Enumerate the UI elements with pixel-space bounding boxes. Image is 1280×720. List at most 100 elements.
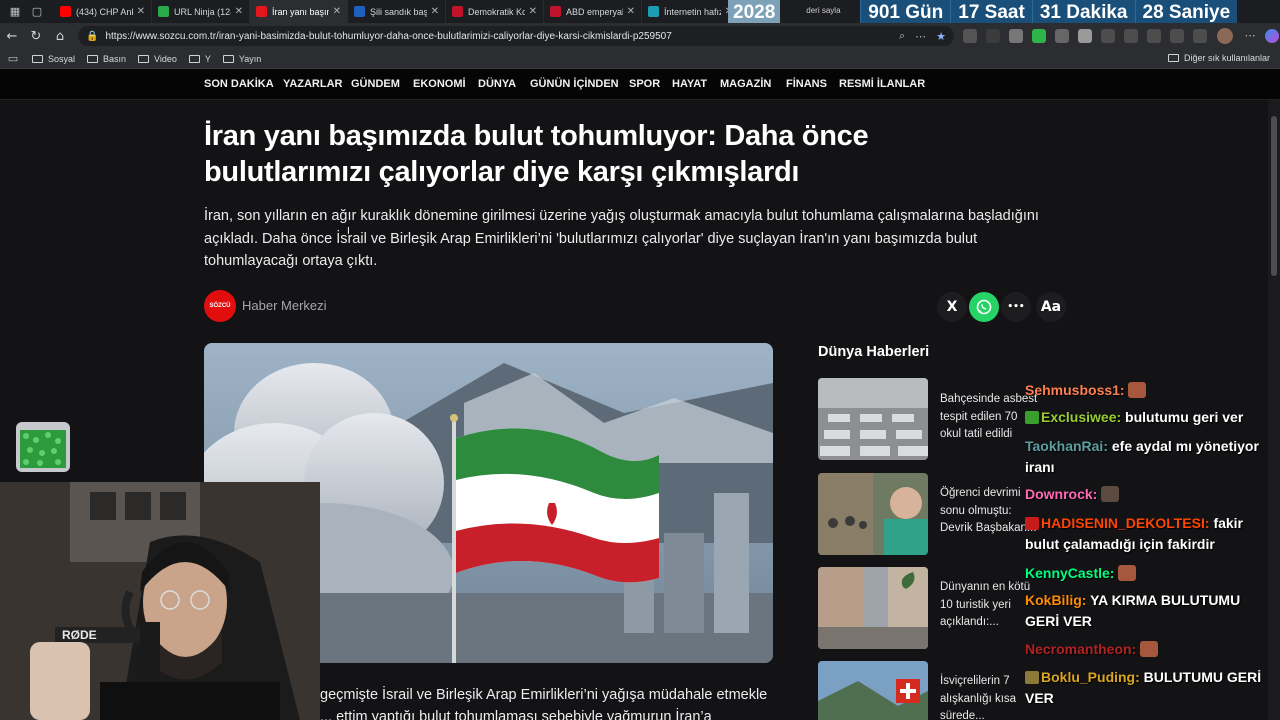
text-cursor-icon: I	[347, 226, 350, 237]
menu-icon[interactable]: ⋯	[1243, 29, 1257, 43]
author-avatar[interactable]: SÖZCÜ	[204, 290, 236, 322]
tab-close-icon[interactable]: ✕	[627, 6, 635, 17]
browser-tab[interactable]: URL Ninja (124) ✕	[152, 0, 250, 23]
collections-icon[interactable]	[1147, 29, 1161, 43]
nav-hayat[interactable]: HAYAT	[672, 78, 707, 90]
tab-close-icon[interactable]: ✕	[333, 6, 341, 17]
news-headline[interactable]: Bahçesinde asbest tespit edilen 70 okul …	[940, 391, 1038, 444]
emote-icon	[1118, 565, 1137, 581]
home-icon[interactable]: ⌂	[48, 29, 72, 44]
article-body: geçmişte İsrail ve Birleşik Arap Emirlik…	[320, 687, 768, 720]
stream-chat-overlay: Sehmusboss1: Exclusiwee: bulutumu geri v…	[1025, 360, 1270, 720]
profile-avatar[interactable]	[1217, 28, 1233, 44]
chat-message: Necromantheon:	[1025, 639, 1270, 660]
nav-ekonomi[interactable]: EKONOMİ	[413, 78, 466, 90]
folder-icon	[1167, 54, 1179, 62]
news-headline[interactable]: İsviçrelilerin 7 alışkanlığı kısa sürede…	[940, 673, 1038, 720]
other-bookmarks[interactable]: Diğer sık kullanılanlar	[1167, 53, 1270, 63]
badge-icon	[1025, 671, 1039, 684]
tab-label: (434) CHP Ankara	[76, 6, 133, 17]
nav-gunun-icinden[interactable]: GÜNÜN İÇİNDEN	[530, 78, 619, 90]
tab-close-icon[interactable]: ✕	[529, 6, 537, 17]
author-name[interactable]: Haber Merkezi	[242, 298, 327, 313]
nav-finans[interactable]: FİNANS	[786, 78, 827, 90]
tab-label: Şili sandık başına	[370, 6, 427, 17]
bookmarks-menu-icon[interactable]: ▭	[6, 52, 20, 66]
folder-icon	[222, 54, 234, 63]
extension-icon[interactable]	[1055, 29, 1069, 43]
folder-icon	[188, 54, 200, 63]
workspaces-icon[interactable]: ▦	[8, 5, 22, 19]
news-thumbnail[interactable]	[818, 661, 928, 720]
tab-actions-icon[interactable]: ▢	[30, 5, 44, 19]
downloads-icon[interactable]	[1193, 29, 1207, 43]
tab-close-icon[interactable]: ✕	[431, 6, 439, 17]
tab-close-icon[interactable]: ✕	[137, 6, 145, 17]
folder-icon	[32, 54, 43, 63]
share-more-button[interactable]: •••	[1001, 292, 1031, 322]
nav-yazarlar[interactable]: YAZARLAR	[283, 78, 343, 90]
browser-tab[interactable]: İnternetin hafızası✕	[642, 0, 740, 23]
browser-tab[interactable]: Şili sandık başına ✕	[348, 0, 446, 23]
extension-icon[interactable]	[986, 29, 1000, 43]
browser-tab[interactable]: Demokratik Kongo ✕	[446, 0, 544, 23]
back-icon[interactable]: ←	[0, 29, 24, 44]
font-size-icon: Aa	[1040, 299, 1062, 315]
browser-tab[interactable]: ABD emperyalizmi ✕	[544, 0, 642, 23]
extension-icon[interactable]	[963, 29, 977, 43]
chat-message: KennyCastle:	[1025, 563, 1270, 584]
favorite-star-icon[interactable]: ★	[936, 30, 946, 43]
url-field[interactable]: 🔒 https://www.sozcu.com.tr/iran-yani-bas…	[78, 26, 954, 46]
split-screen-icon[interactable]	[1101, 29, 1115, 43]
sidebar-title: Dünya Haberleri	[818, 344, 930, 360]
share-whatsapp-button[interactable]	[969, 292, 999, 322]
tab-favicon-icon	[550, 6, 561, 17]
lock-icon[interactable]: 🔒	[86, 31, 98, 42]
tab-favicon-icon	[60, 6, 71, 17]
chat-message: Exclusiwee: bulutumu geri ver	[1025, 407, 1270, 428]
bookmark-folder[interactable]: Y	[188, 54, 211, 64]
folder-icon	[138, 54, 150, 63]
reload-icon[interactable]: ↻	[24, 29, 48, 44]
chat-message: Boklu_Puding: BULUTUMU GERİ VER	[1025, 669, 1262, 706]
bookmark-folder[interactable]: Basın	[87, 54, 126, 64]
copilot-icon[interactable]	[1265, 29, 1279, 43]
url-text[interactable]: https://www.sozcu.com.tr/iran-yani-basim…	[105, 31, 889, 42]
nav-gundem[interactable]: GÜNDEM	[351, 78, 400, 90]
news-headline[interactable]: Öğrenci devrimi sonu olmuştu: Devrik Baş…	[940, 485, 1038, 538]
reader-icon[interactable]: ⋯	[915, 30, 926, 43]
browser-essentials-icon[interactable]	[1170, 29, 1184, 43]
scrollbar-thumb[interactable]	[1271, 116, 1277, 276]
chat-message: Downrock:	[1025, 484, 1270, 505]
news-thumbnail[interactable]	[818, 378, 928, 460]
folder-icon	[87, 54, 99, 63]
nav-magazin[interactable]: MAGAZİN	[720, 78, 771, 90]
tab-label: İran yanı başımızda	[272, 6, 329, 17]
extension-icon[interactable]	[1009, 29, 1023, 43]
extension-icon[interactable]	[1032, 29, 1046, 43]
nav-spor[interactable]: SPOR	[629, 78, 660, 90]
chat-partial-line	[1025, 360, 1270, 369]
share-x-button[interactable]: X	[937, 292, 967, 322]
browser-tab[interactable]: (434) CHP Ankara ✕	[54, 0, 152, 23]
article-title: İran yanı başımızda bulut tohumluyor: Da…	[204, 120, 869, 188]
chat-message: HADISENIN_DEKOLTESI: fakir bulut çalamad…	[1025, 515, 1244, 552]
news-headline[interactable]: Dünyanın en kötü 10 turistik yeri açıkla…	[940, 579, 1038, 632]
nav-resmi-ilanlar[interactable]: RESMİ İLANLAR	[839, 78, 925, 90]
nav-son-dakika[interactable]: SON DAKİKA	[204, 78, 274, 90]
browser-tab[interactable]: İran yanı başımızda ✕	[250, 0, 348, 23]
favorites-icon[interactable]	[1124, 29, 1138, 43]
news-thumbnail[interactable]	[818, 567, 928, 649]
tab-label: ABD emperyalizmi	[566, 6, 623, 17]
bookmark-folder[interactable]: Video	[138, 54, 177, 64]
tab-close-icon[interactable]: ✕	[235, 6, 243, 17]
bookmark-folder[interactable]: Sosyal	[32, 54, 75, 64]
nav-dunya[interactable]: DÜNYA	[478, 78, 516, 90]
extension-icon[interactable]	[1078, 29, 1092, 43]
font-size-button[interactable]: Aa	[1036, 292, 1066, 322]
bookmark-folder[interactable]: Yayın	[222, 54, 261, 64]
tab-label: İnternetin hafızası	[664, 6, 721, 17]
news-thumbnail[interactable]	[818, 473, 928, 555]
chat-message: TaokhanRai: efe aydal mı yönetiyor iranı	[1025, 438, 1259, 475]
zoom-icon[interactable]: ⌕	[899, 29, 905, 43]
